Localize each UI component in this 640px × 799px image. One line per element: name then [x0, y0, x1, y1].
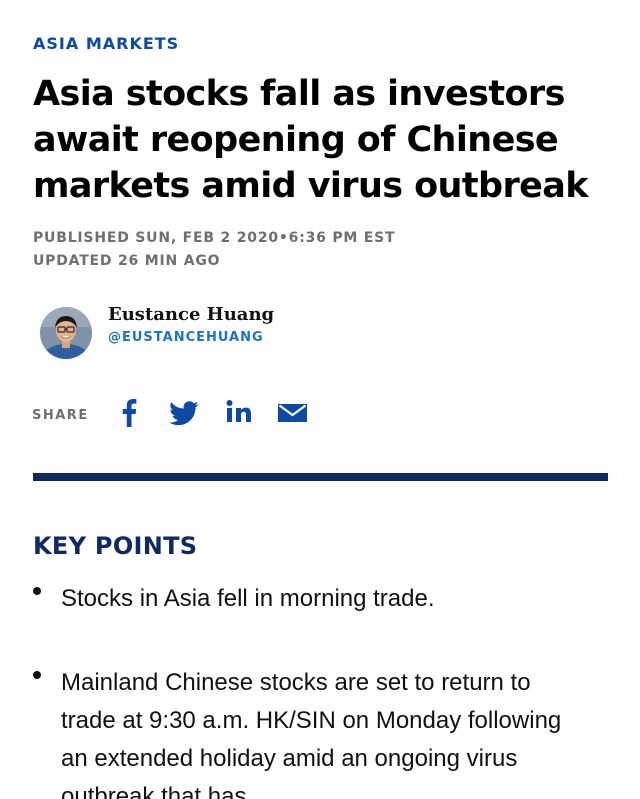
- linkedin-icon[interactable]: [226, 398, 252, 428]
- bullet-dot: [33, 587, 41, 595]
- key-points-heading: KEY POINTS: [33, 532, 198, 560]
- author-photo: [40, 307, 92, 359]
- section-link[interactable]: ASIA MARKETS: [33, 34, 179, 53]
- author-name[interactable]: Eustance Huang: [108, 304, 274, 325]
- key-point-text: Mainland Chinese stocks are set to retur…: [61, 669, 562, 799]
- share-label: SHARE: [32, 408, 89, 423]
- updated-timestamp: UPDATED 26 MIN AGO: [33, 253, 221, 269]
- twitter-icon[interactable]: [169, 398, 199, 428]
- author-avatar[interactable]: [40, 307, 92, 359]
- email-icon[interactable]: [277, 398, 308, 428]
- author-twitter-handle[interactable]: @EUSTANCEHUANG: [108, 330, 264, 345]
- section-divider: [33, 473, 608, 481]
- facebook-icon[interactable]: [120, 398, 138, 428]
- bullet-dot: [33, 671, 41, 679]
- article-headline: Asia stocks fall as investors await reop…: [33, 74, 589, 206]
- published-timestamp: PUBLISHED SUN, FEB 2 2020•6:36 PM EST: [33, 230, 396, 246]
- key-point-text: Stocks in Asia fell in morning trade.: [61, 585, 435, 612]
